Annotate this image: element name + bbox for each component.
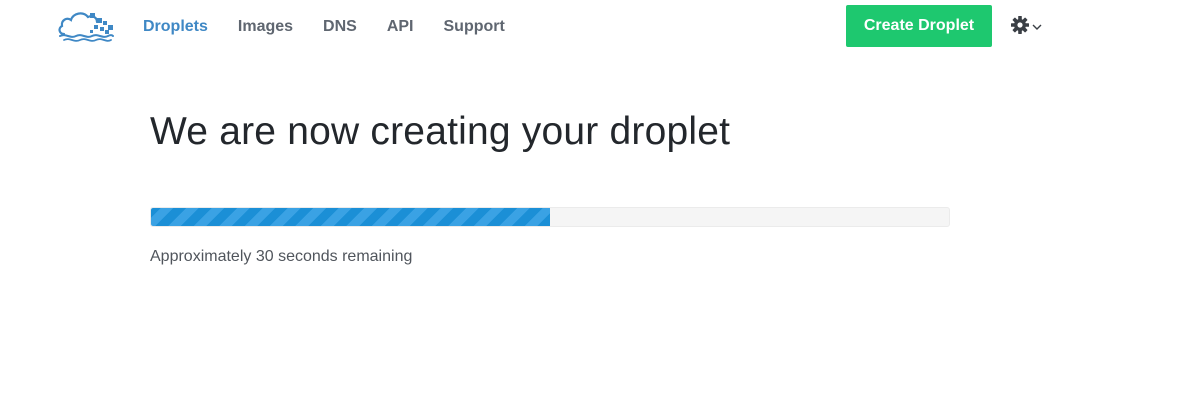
digitalocean-logo-icon[interactable]: [56, 8, 116, 44]
chevron-down-icon: [1032, 18, 1042, 36]
nav-item-api[interactable]: API: [372, 18, 429, 36]
nav-item-dns[interactable]: DNS: [308, 18, 372, 36]
main-nav: Droplets Images DNS API Support: [128, 0, 520, 54]
settings-menu-toggle[interactable]: [1010, 15, 1046, 39]
create-droplet-button[interactable]: Create Droplet: [846, 5, 992, 47]
top-navigation-bar: Droplets Images DNS API Support Create D…: [0, 0, 1187, 54]
nav-item-support[interactable]: Support: [429, 18, 520, 36]
page-title: We are now creating your droplet: [150, 110, 731, 153]
gear-icon: [1010, 15, 1030, 40]
progress-bar: [150, 207, 950, 227]
nav-item-images[interactable]: Images: [223, 18, 308, 36]
nav-item-droplets[interactable]: Droplets: [128, 18, 223, 36]
progress-bar-fill: [151, 208, 550, 226]
time-remaining-text: Approximately 30 seconds remaining: [150, 248, 413, 265]
